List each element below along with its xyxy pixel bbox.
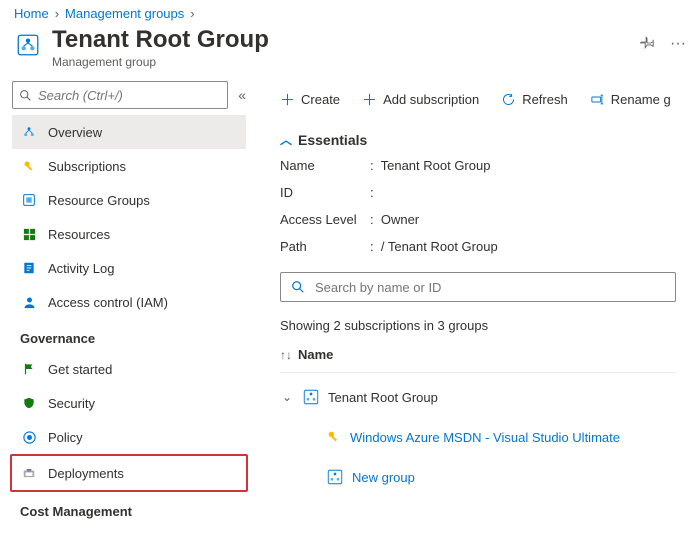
rename-button[interactable]: Rename g: [590, 92, 671, 107]
pin-icon[interactable]: [640, 35, 656, 53]
grid-icon: [20, 227, 38, 242]
plus-icon: ＋: [362, 89, 377, 110]
tree-row-subscription[interactable]: Windows Azure MSDN - Visual Studio Ultim…: [280, 417, 700, 457]
essentials-grid: Name Tenant Root Group ID Access Level O…: [280, 158, 700, 254]
ess-val-access: Owner: [370, 212, 700, 227]
key-icon: [326, 429, 342, 445]
sidebar-item-resources[interactable]: Resources: [12, 217, 246, 251]
sidebar-item-label: Security: [48, 396, 95, 411]
breadcrumb-sep: ›: [55, 6, 59, 21]
management-group-icon: [20, 124, 38, 140]
hierarchy-tree: ⌄ Tenant Root Group Windows Azure MSDN -…: [280, 377, 700, 497]
sidebar-item-label: Activity Log: [48, 261, 114, 276]
column-label: Name: [298, 347, 333, 362]
sidebar-item-security[interactable]: Security: [12, 386, 246, 420]
sidebar-item-label: Resources: [48, 227, 110, 242]
key-icon: [20, 159, 38, 174]
header-actions: ···: [640, 27, 686, 53]
tree-label[interactable]: Windows Azure MSDN - Visual Studio Ultim…: [350, 430, 620, 445]
page-subtitle: Management group: [52, 55, 269, 69]
management-group-icon: [326, 468, 344, 486]
sidebar: « Overview Subscriptions Resource Groups: [0, 81, 256, 525]
sidebar-item-resource-groups[interactable]: Resource Groups: [12, 183, 246, 217]
ess-key-access: Access Level: [280, 212, 370, 227]
management-group-icon: [14, 31, 42, 59]
policy-icon: [20, 430, 38, 445]
list-filter[interactable]: [280, 272, 676, 302]
shield-icon: [20, 395, 38, 411]
ess-key-id: ID: [280, 185, 370, 200]
essentials-toggle[interactable]: ︿ Essentials: [280, 117, 700, 158]
sidebar-item-subscriptions[interactable]: Subscriptions: [12, 149, 246, 183]
ess-val-id: [370, 185, 700, 200]
search-icon: [19, 89, 32, 102]
ess-val-path: / Tenant Root Group: [370, 239, 700, 254]
sidebar-item-overview[interactable]: Overview: [12, 115, 246, 149]
tree-label: Tenant Root Group: [328, 390, 438, 405]
breadcrumb: Home › Management groups ›: [0, 0, 700, 23]
tree-label[interactable]: New group: [352, 470, 415, 485]
log-icon: [20, 260, 38, 276]
sidebar-item-label: Resource Groups: [48, 193, 150, 208]
sidebar-section-cost-management: Cost Management: [12, 492, 246, 525]
result-count: Showing 2 subscriptions in 3 groups: [280, 318, 700, 333]
page-title: Tenant Root Group: [52, 27, 269, 53]
rename-icon: [590, 92, 605, 107]
column-header-name[interactable]: ↑↓ Name: [280, 347, 676, 373]
sidebar-item-label: Overview: [48, 125, 102, 140]
sidebar-item-label: Access control (IAM): [48, 295, 168, 310]
sidebar-item-policy[interactable]: Policy: [12, 420, 246, 454]
chevron-up-icon: ︿: [280, 131, 292, 148]
add-subscription-button[interactable]: ＋ Add subscription: [362, 89, 479, 110]
more-icon[interactable]: ···: [670, 35, 686, 53]
sidebar-item-label: Get started: [48, 362, 112, 377]
tree-row-group[interactable]: New group: [280, 457, 700, 497]
toolbar-label: Create: [301, 92, 340, 107]
search-icon: [291, 280, 305, 294]
toolbar: ＋ Create ＋ Add subscription Refresh Rena…: [280, 81, 700, 117]
tree-row-root[interactable]: ⌄ Tenant Root Group: [280, 377, 700, 417]
ess-key-path: Path: [280, 239, 370, 254]
flag-icon: [20, 361, 38, 377]
plus-icon: ＋: [280, 89, 295, 110]
chevron-down-icon[interactable]: ⌄: [280, 390, 294, 404]
person-icon: [20, 295, 38, 310]
sort-icon: ↑↓: [280, 348, 292, 362]
sidebar-search-input[interactable]: [38, 88, 221, 103]
highlight-deployments: Deployments: [10, 454, 248, 492]
refresh-button[interactable]: Refresh: [501, 92, 568, 107]
page-header: Tenant Root Group Management group ···: [0, 23, 700, 81]
sidebar-item-label: Subscriptions: [48, 159, 126, 174]
sidebar-search[interactable]: [12, 81, 228, 109]
list-filter-input[interactable]: [315, 280, 665, 295]
essentials-heading: Essentials: [298, 132, 367, 148]
main-content: ＋ Create ＋ Add subscription Refresh Rena…: [256, 81, 700, 525]
sidebar-item-activity-log[interactable]: Activity Log: [12, 251, 246, 285]
title-block: Tenant Root Group Management group: [52, 27, 269, 69]
sidebar-item-access-control[interactable]: Access control (IAM): [12, 285, 246, 319]
management-group-icon: [302, 388, 320, 406]
refresh-icon: [501, 92, 516, 107]
sidebar-item-deployments[interactable]: Deployments: [12, 456, 246, 490]
toolbar-label: Add subscription: [383, 92, 479, 107]
deployments-icon: [20, 466, 38, 480]
collapse-sidebar-icon[interactable]: «: [238, 87, 246, 103]
ess-val-name: Tenant Root Group: [370, 158, 700, 173]
ess-key-name: Name: [280, 158, 370, 173]
sidebar-section-governance: Governance: [12, 319, 246, 352]
create-button[interactable]: ＋ Create: [280, 89, 340, 110]
sidebar-item-label: Policy: [48, 430, 83, 445]
toolbar-label: Rename g: [611, 92, 671, 107]
resource-group-icon: [20, 192, 38, 208]
sidebar-item-get-started[interactable]: Get started: [12, 352, 246, 386]
toolbar-label: Refresh: [522, 92, 568, 107]
breadcrumb-home[interactable]: Home: [14, 6, 49, 21]
sidebar-item-label: Deployments: [48, 466, 124, 481]
breadcrumb-mg[interactable]: Management groups: [65, 6, 184, 21]
breadcrumb-sep: ›: [190, 6, 194, 21]
